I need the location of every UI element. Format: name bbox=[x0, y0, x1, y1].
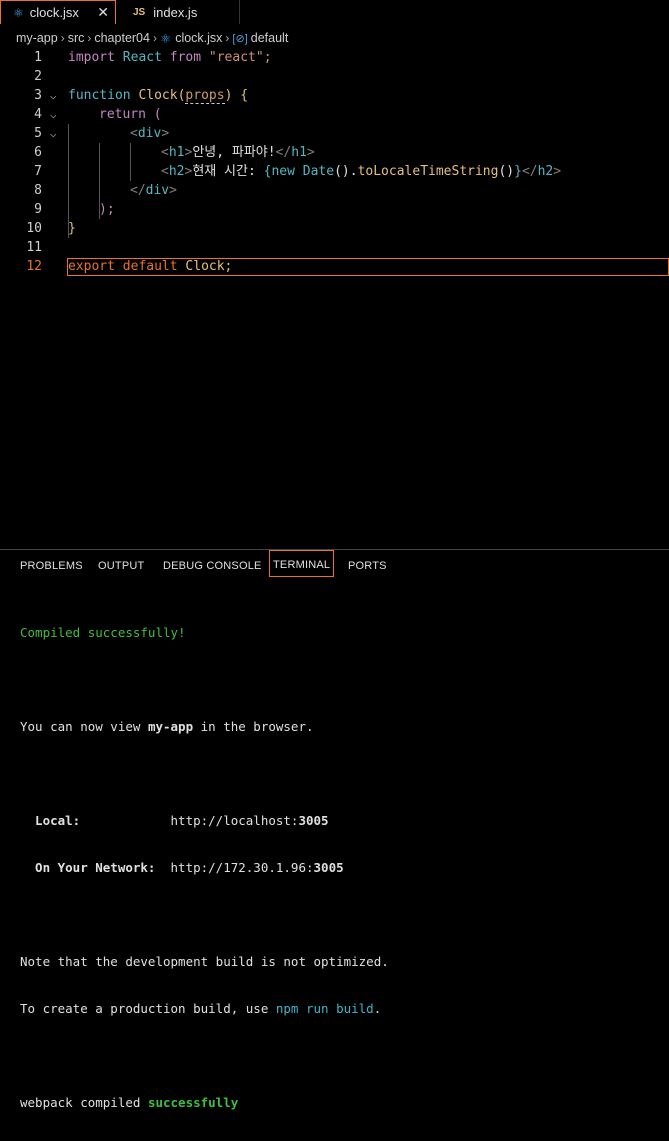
terminal-line: Local: http://localhost:3005 bbox=[20, 813, 329, 828]
terminal-output[interactable]: Compiled successfully! You can now view … bbox=[20, 594, 389, 1141]
tab-ports[interactable]: PORTS bbox=[348, 560, 387, 572]
line-number: 12 bbox=[26, 259, 42, 274]
tab-problems[interactable]: PROBLEMS bbox=[20, 560, 83, 572]
js-icon: JS bbox=[133, 6, 146, 18]
code-text: return ( bbox=[99, 107, 162, 122]
tab-bar: ⚛ clock.jsx ✕ JS index.js bbox=[0, 0, 669, 26]
code-line: 4 ⌵ return ( bbox=[0, 105, 669, 124]
terminal-line: To create a production build, use npm ru… bbox=[20, 1001, 382, 1016]
line-number: 1 bbox=[34, 50, 42, 65]
code-line: 3 ⌵ function Clock(props) { bbox=[0, 86, 669, 105]
chevron-down-icon[interactable]: ⌵ bbox=[50, 105, 57, 124]
code-text: ); bbox=[99, 202, 115, 217]
code-text: export default Clock; bbox=[68, 259, 233, 274]
code-line: 7 <h2>현재 시간: {new Date().toLocaleTimeStr… bbox=[0, 162, 669, 181]
breadcrumb-item[interactable]: chapter04 bbox=[94, 31, 150, 45]
react-icon: ⚛ bbox=[13, 5, 24, 20]
tab-terminal[interactable]: TERMINAL bbox=[269, 550, 335, 577]
breadcrumb-item[interactable]: clock.jsx bbox=[175, 31, 222, 45]
terminal-line: You can now view my-app in the browser. bbox=[20, 719, 314, 734]
line-number: 6 bbox=[34, 145, 42, 160]
tab-output[interactable]: OUTPUT bbox=[98, 560, 144, 572]
tab-label: index.js bbox=[153, 4, 198, 20]
code-text: <h2>현재 시간: {new Date().toLocaleTimeStrin… bbox=[161, 164, 562, 179]
terminal-line: Note that the development build is not o… bbox=[20, 954, 389, 969]
code-line: 12 export default Clock; bbox=[0, 257, 669, 276]
code-text: import React from "react"; bbox=[68, 50, 272, 65]
line-number: 9 bbox=[34, 202, 42, 217]
code-text: <h1>안녕, 파파야!</h1> bbox=[161, 145, 315, 160]
code-line: 1 import React from "react"; bbox=[0, 48, 669, 67]
code-line: 5 ⌵ <div> bbox=[0, 124, 669, 143]
chevron-right-icon: › bbox=[152, 31, 157, 45]
breadcrumb-item[interactable]: my-app bbox=[16, 31, 58, 45]
terminal-line: On Your Network: http://172.30.1.96:3005 bbox=[20, 860, 344, 875]
chevron-down-icon[interactable]: ⌵ bbox=[50, 86, 57, 105]
tab-debug-console[interactable]: DEBUG CONSOLE bbox=[163, 560, 262, 572]
line-number: 2 bbox=[34, 69, 42, 84]
panel-tabs: PROBLEMS OUTPUT DEBUG CONSOLE TERMINAL P… bbox=[0, 550, 669, 584]
react-icon: ⚛ bbox=[159, 31, 172, 46]
code-line: 10 } bbox=[0, 219, 669, 238]
code-line: 8 </div> bbox=[0, 181, 669, 200]
tab-clock-jsx[interactable]: ⚛ clock.jsx ✕ bbox=[0, 0, 116, 24]
tab-label: clock.jsx bbox=[29, 5, 79, 20]
tab-index-js[interactable]: JS index.js bbox=[119, 0, 240, 24]
code-text: </div> bbox=[130, 183, 177, 198]
close-icon[interactable]: ✕ bbox=[97, 4, 109, 21]
code-line: 2 bbox=[0, 67, 669, 86]
line-number: 11 bbox=[26, 240, 42, 255]
line-number: 8 bbox=[34, 183, 42, 198]
chevron-right-icon: › bbox=[87, 31, 92, 45]
line-number: 4 bbox=[34, 107, 42, 122]
chevron-right-icon: › bbox=[60, 31, 65, 45]
code-line: 9 ); bbox=[0, 200, 669, 219]
line-number: 5 bbox=[34, 126, 42, 141]
line-number: 3 bbox=[34, 88, 42, 103]
code-text: } bbox=[68, 221, 76, 236]
symbol-variable-icon: [⊘] bbox=[232, 32, 248, 45]
chevron-down-icon[interactable]: ⌵ bbox=[50, 124, 57, 143]
terminal-line: webpack compiled successfully bbox=[20, 1095, 239, 1110]
chevron-right-icon: › bbox=[225, 31, 230, 45]
breadcrumb-item[interactable]: default bbox=[251, 31, 289, 45]
bottom-panel: PROBLEMS OUTPUT DEBUG CONSOLE TERMINAL P… bbox=[0, 549, 669, 1110]
breadcrumb: my-app › src › chapter04 › ⚛ clock.jsx ›… bbox=[0, 29, 669, 47]
line-number: 7 bbox=[34, 164, 42, 179]
code-text: <div> bbox=[130, 126, 170, 141]
code-line: 11 bbox=[0, 238, 669, 257]
terminal-line: Compiled successfully! bbox=[20, 625, 186, 640]
breadcrumb-item[interactable]: src bbox=[68, 31, 85, 45]
line-number: 10 bbox=[26, 221, 42, 236]
code-line: 6 <h1>안녕, 파파야!</h1> bbox=[0, 143, 669, 162]
code-text: function Clock(props) { bbox=[68, 88, 249, 104]
